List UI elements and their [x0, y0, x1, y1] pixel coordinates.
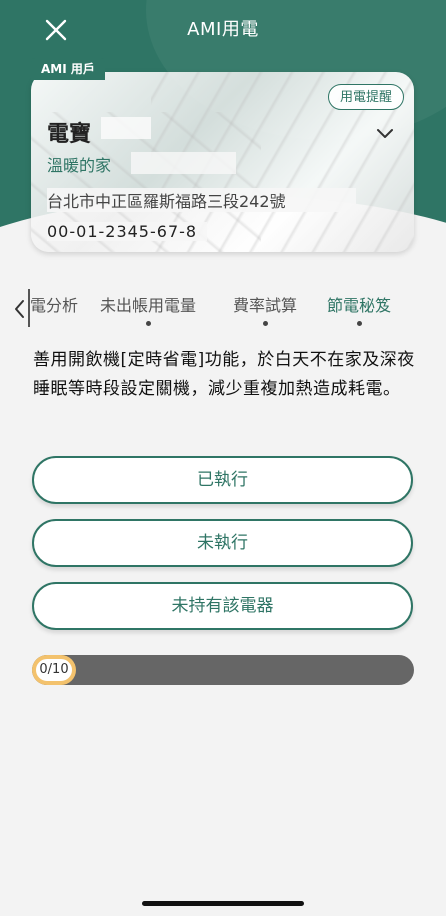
tab-indicator-dot [357, 321, 362, 326]
home-indicator[interactable] [142, 901, 304, 906]
not-done-button[interactable]: 未執行 [32, 519, 413, 567]
tab-label: 節電秘笈 [327, 296, 392, 315]
tab-indicator-dot [146, 321, 151, 326]
tab-bar: 電分析 未出帳用電量 費率試算 節電秘笈 [0, 284, 446, 330]
home-name: 溫暖的家 [47, 156, 112, 175]
masked-region [101, 117, 151, 139]
usage-reminder-button[interactable]: 用電提醒 [328, 84, 404, 110]
tips-progress-bar: 0/10 [32, 655, 414, 685]
account-name: 電寶 [47, 122, 92, 147]
tab-indicator-dot [263, 321, 268, 326]
account-number: 00-01-2345-67-8 [47, 222, 208, 241]
page-title: AMI用電 [187, 19, 259, 40]
tab-energy-saving-tips[interactable]: 節電秘笈 [327, 292, 392, 326]
masked-region [131, 152, 236, 174]
tab-rate-calculation[interactable]: 費率試算 [233, 292, 298, 326]
no-appliance-button[interactable]: 未持有該電器 [32, 582, 413, 630]
tab-label: 費率試算 [233, 296, 298, 315]
done-button[interactable]: 已執行 [32, 456, 413, 504]
account-card[interactable]: 用電提醒 電寶 溫暖的家 台北市中正區羅斯福路三段242號 00-01-2345… [31, 72, 414, 252]
progress-label: 0/10 [34, 657, 74, 683]
tab-unbilled-usage[interactable]: 未出帳用電量 [100, 292, 197, 326]
tab-usage-analysis[interactable]: 電分析 [30, 292, 78, 316]
ami-user-tag: AMI 用戶 [31, 58, 105, 80]
tab-scroll-left-button[interactable] [12, 298, 26, 320]
account-address: 台北市中正區羅斯福路三段242號 [47, 188, 356, 212]
chevron-down-icon [377, 129, 393, 138]
account-switch-button[interactable] [376, 127, 394, 141]
chevron-left-icon [15, 300, 24, 318]
tab-label: 電分析 [30, 296, 79, 315]
tab-label: 未出帳用電量 [100, 296, 197, 315]
tip-text: 善用開飲機[定時省電]功能，於白天不在家及深夜睡眠等時段設定關機，減少重複加熱造… [33, 350, 415, 399]
